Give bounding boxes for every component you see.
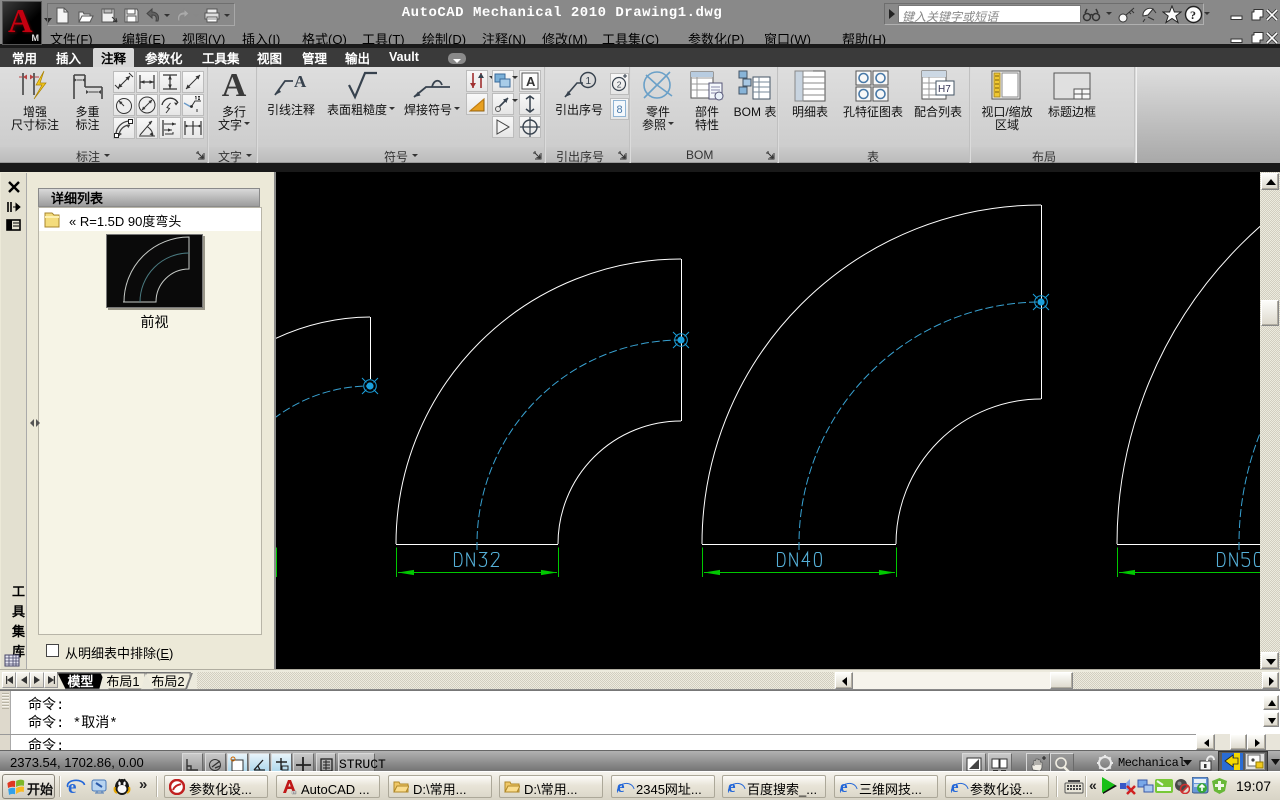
svg-text:2: 2 xyxy=(617,80,622,90)
svg-text:8: 8 xyxy=(617,104,623,116)
svg-text:A: A xyxy=(526,74,536,89)
svg-text:M: M xyxy=(293,791,296,795)
svg-text:1: 1 xyxy=(586,76,592,87)
svg-text:H7: H7 xyxy=(938,84,951,95)
svg-text:A: A xyxy=(294,72,307,91)
svg-text:?: ? xyxy=(1190,8,1196,22)
